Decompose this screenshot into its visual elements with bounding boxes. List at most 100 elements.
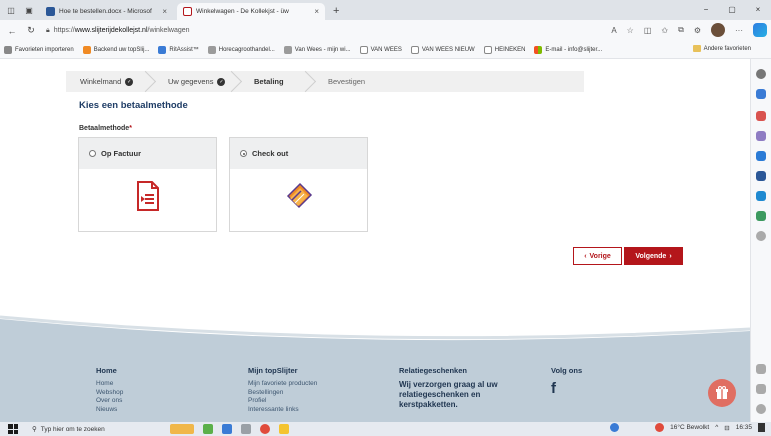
office-icon[interactable] (756, 171, 766, 181)
minimize-button[interactable]: − (693, 0, 719, 18)
close-tab-icon[interactable]: × (314, 7, 319, 16)
split-screen-icon[interactable]: ◫ (644, 26, 652, 35)
extensions-icon[interactable]: ⚙ (694, 26, 701, 35)
workspaces-icon[interactable]: ◫ (4, 3, 18, 17)
step-uw-gegevens[interactable]: Uw gegevens ✓ (154, 77, 230, 86)
chevron-up-icon[interactable]: ^ (715, 424, 718, 431)
tab-title: Winkelwagen - De Kollekjst - üw (196, 8, 289, 15)
weather-icon[interactable] (655, 423, 665, 432)
footer-link[interactable]: Profiel (248, 397, 317, 406)
file-explorer-icon[interactable] (279, 424, 289, 434)
footer-text: kerstpakketten. (399, 400, 458, 409)
next-button[interactable]: Volgende › (624, 247, 683, 265)
site-icon (207, 45, 216, 54)
taskbar-apps (170, 424, 289, 434)
footer-heading: Home (96, 366, 117, 375)
footer-column-relatiegeschenken: Relatiegeschenken Wij verzorgen graag al… (399, 366, 498, 410)
tools-icon[interactable] (756, 131, 766, 141)
edge-icon[interactable] (222, 424, 232, 434)
more-menu-icon[interactable]: ··· (735, 26, 743, 35)
previous-button-label: Vorige (589, 252, 611, 260)
tab-actions-icon[interactable]: ▣ (22, 3, 36, 17)
browser-tab-winkelwagen[interactable]: Winkelwagen - De Kollekjst - üw × (177, 3, 325, 20)
new-tab-button[interactable]: + (333, 5, 339, 17)
payment-option-check-out[interactable]: Check out (229, 137, 368, 232)
back-icon[interactable]: ← (5, 26, 19, 36)
bookmark-item[interactable]: Van Wees - mijn wi... (283, 45, 351, 54)
cloud-icon[interactable] (610, 423, 620, 432)
footer-link[interactable]: Over ons (96, 397, 123, 406)
radio-button-check-out[interactable] (240, 150, 247, 157)
taskbar-app-icon[interactable] (203, 424, 213, 434)
mail-icon[interactable] (241, 424, 251, 434)
bookmark-item[interactable]: HEINEKEN (483, 45, 525, 54)
split-screen-icon[interactable] (756, 364, 766, 374)
url-field[interactable]: 🔒︎ https://www.slijterijdekollejst.nl/wi… (46, 23, 516, 38)
close-tab-icon[interactable]: × (162, 7, 167, 16)
footer-link[interactable]: Bestellingen (248, 389, 317, 398)
footer-link[interactable]: Mijn favoriete producten (248, 380, 317, 389)
notification-icon[interactable] (758, 423, 765, 432)
payment-option-label: Op Factuur (101, 149, 142, 158)
shopping-icon[interactable] (756, 111, 766, 121)
footer-link[interactable]: Home (96, 380, 123, 389)
gift-button[interactable] (708, 379, 736, 407)
check-icon: ✓ (125, 77, 134, 86)
footer-link[interactable]: Interessante links (248, 406, 317, 415)
url-prefix: https:// (53, 27, 75, 34)
add-icon[interactable] (756, 231, 766, 241)
bookmark-item[interactable]: Favorieten importeren (4, 45, 74, 54)
favorites-icon[interactable]: ✩ (661, 26, 668, 35)
browser-tab-bar: ◫ ▣ Hoe te bestellen.docx - Microsof × W… (0, 0, 771, 20)
step-label: Bevestigen (328, 77, 366, 86)
bookmark-item[interactable]: E-mail - info@slijter... (534, 45, 602, 54)
copilot-icon[interactable] (753, 23, 767, 37)
bookmark-item[interactable]: VAN WEES (359, 45, 402, 54)
footer-heading: Mijn topSlijter (248, 366, 298, 375)
payment-option-op-factuur[interactable]: Op Factuur (78, 137, 217, 232)
radio-button-op-factuur[interactable] (89, 150, 96, 157)
bookmark-label: Van Wees - mijn wi... (294, 46, 351, 53)
windows-start-icon[interactable] (8, 424, 18, 434)
bookmark-item[interactable]: VAN WEES NIEUW (410, 45, 475, 54)
read-aloud-icon[interactable]: A (611, 26, 616, 35)
games-icon[interactable] (756, 151, 766, 161)
taskbar-widget-icon[interactable] (170, 424, 194, 434)
footer-link[interactable]: Webshop (96, 389, 123, 398)
browser-tab-word-doc[interactable]: Hoe te bestellen.docx - Microsof × (40, 3, 173, 20)
bookmark-item[interactable]: Horecagroothandel... (207, 45, 275, 54)
weather-text[interactable]: 16°C Bewolkt (670, 424, 709, 431)
drop-icon[interactable] (756, 211, 766, 221)
step-winkelmand[interactable]: Winkelmand ✓ (66, 77, 144, 86)
payment-option-label: Check out (252, 149, 289, 158)
gift-icon (716, 386, 728, 399)
page-content: Winkelmand ✓ Uw gegevens ✓ Betaling Bevest… (0, 59, 750, 422)
previous-button[interactable]: ‹ Vorige (573, 247, 622, 265)
other-favorites[interactable]: Andere favorieten (692, 45, 751, 52)
outlook-icon[interactable] (756, 191, 766, 201)
refresh-icon[interactable]: ↻ (24, 25, 38, 36)
chrome-icon[interactable] (260, 424, 270, 434)
network-icon[interactable]: ⊟ (724, 424, 729, 432)
profile-avatar[interactable] (711, 23, 725, 37)
page-icon (410, 45, 419, 54)
close-window-button[interactable]: × (745, 0, 771, 18)
chevron-right-icon: › (669, 252, 672, 260)
browser-toolbar: A ☆ ◫ ✩ ⧉ ⚙ ··· (611, 23, 767, 37)
collections-icon[interactable]: ⧉ (678, 25, 684, 35)
settings-icon[interactable] (756, 404, 766, 414)
footer-link[interactable]: Nieuws (96, 406, 123, 415)
taskbar-search[interactable]: ⚲ Typ hier om te zoeken (32, 423, 160, 435)
search-icon[interactable] (756, 69, 766, 79)
bookmark-label: VAN WEES (370, 46, 402, 53)
page-icon (359, 45, 368, 54)
step-label: Winkelmand (80, 77, 122, 86)
clock[interactable]: 16:35 (736, 424, 752, 431)
facebook-icon[interactable]: f (551, 380, 556, 397)
sidebar-app-icon[interactable] (756, 89, 766, 99)
external-link-icon[interactable] (756, 384, 766, 394)
bookmark-item[interactable]: RitAssist™ (158, 45, 199, 54)
maximize-button[interactable]: ▢ (719, 0, 745, 18)
bookmark-item[interactable]: Backend uw topSlij... (82, 45, 149, 54)
favorite-star-icon[interactable]: ☆ (627, 26, 634, 35)
